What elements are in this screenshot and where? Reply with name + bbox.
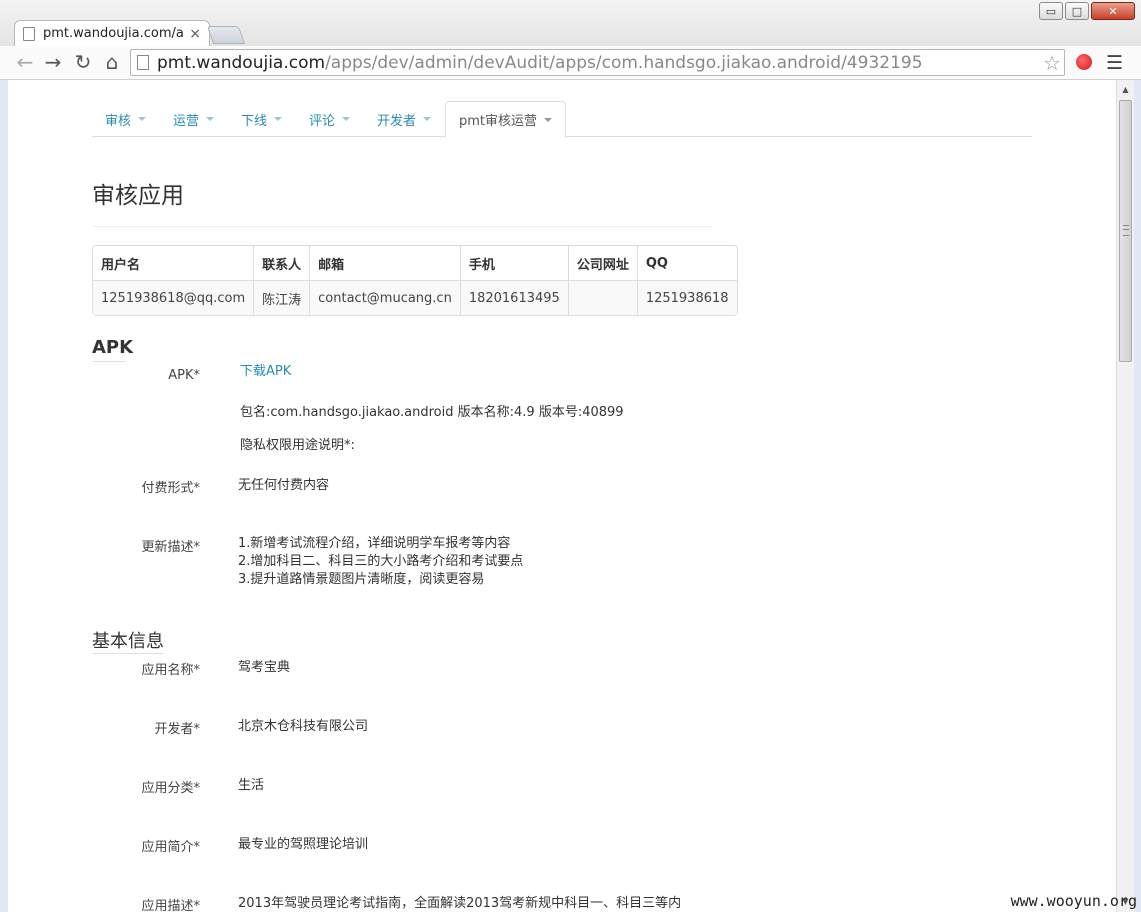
column-header: 公司网址 [567,246,637,281]
vertical-scrollbar[interactable]: ▲ ▼ [1116,80,1134,912]
caret-down-icon [342,117,351,121]
browser-titlebar: pmt.wandoujia.com/apps/ × ▭ □ ✕ [0,0,1141,47]
caret-down-icon [274,117,283,121]
update-description-label: 更新描述* [141,540,200,555]
divider [92,226,712,227]
tab-comments[interactable]: 评论 [296,101,363,137]
app-name-label: 应用名称* [141,663,200,678]
app-name-value: 驾考宝典 [238,660,291,675]
caret-down-icon [423,117,432,121]
tab-label: 评论 [309,113,336,129]
watermark: www.wooyun.org [1010,892,1137,910]
caret-down-icon [206,117,215,121]
download-apk-link[interactable]: 下载APK [240,363,291,381]
category-value: 生活 [238,778,265,793]
tab-close-icon[interactable]: × [189,26,201,42]
maximize-button[interactable]: □ [1065,2,1089,20]
divider [92,653,164,654]
minimize-button[interactable]: ▭ [1039,2,1063,20]
column-header: 邮箱 [309,246,460,281]
category-label: 应用分类* [141,781,200,796]
developer-value: 北京木仓科技有限公司 [238,719,369,734]
reload-icon[interactable]: ↻ [72,50,94,74]
payment-label: 付费形式* [141,481,200,496]
address-bar[interactable]: pmt.wandoujia.com/apps/dev/admin/devAudi… [130,49,1065,76]
apk-label: APK* [168,368,200,383]
nav-tabs: 审核 运营 下线 评论 开发者 pmt审核运营 [92,101,1032,138]
column-header: QQ [636,246,737,281]
url-host: pmt.wandoujia.com [157,52,326,73]
apk-section-heading: APK [92,337,134,358]
update-description-value: 1.新增考试流程介绍，详细说明学车报考等内容 2.增加科目二、科目三的大小路考介… [238,535,523,589]
tab-pmt-audit-ops[interactable]: pmt审核运营 [445,101,567,138]
window-border [1134,80,1141,912]
description-value: 2013年驾驶员理论考试指南，全面解读2013驾考新规中科目一、科目三等内 [238,896,682,911]
tab-title: pmt.wandoujia.com/apps/ [43,26,185,41]
table-cell: 陈江涛 [253,281,310,315]
page-favicon-icon [23,26,35,41]
package-info: 包名:com.handsgo.jiakao.android 版本名称:4.9 版… [240,405,624,420]
table-cell: 1251938618 [636,281,737,315]
grip-icon [1123,225,1129,236]
update-line: 3.提升道路情景题图片清晰度，阅读更容易 [238,572,485,587]
update-line: 2.增加科目二、科目三的大小路考介绍和考试要点 [238,554,524,569]
tab-developers[interactable]: 开发者 [364,101,444,137]
scrollbar-thumb[interactable] [1119,100,1132,362]
caret-down-icon [544,117,553,122]
extension-icon[interactable] [1076,54,1092,70]
browser-tab[interactable]: pmt.wandoujia.com/apps/ × [14,20,210,46]
table-row: 1251938618@qq.com 陈江涛 contact@mucang.cn … [93,281,737,315]
scroll-up-arrow-icon[interactable]: ▲ [1117,82,1134,98]
summary-value: 最专业的驾照理论培训 [238,837,369,852]
tab-label: 运营 [173,113,200,129]
tab-label: 开发者 [377,113,417,129]
back-arrow-icon[interactable]: ← [14,50,36,74]
update-line: 1.新增考试流程介绍，详细说明学车报考等内容 [238,536,511,551]
bookmark-star-icon[interactable]: ☆ [1043,51,1061,75]
tab-label: 审核 [105,113,132,129]
forward-arrow-icon[interactable]: → [42,50,64,74]
tab-offline[interactable]: 下线 [228,101,295,137]
page-title: 审核应用 [92,183,184,209]
table-cell [567,281,637,315]
table-cell: 18201613495 [459,281,568,315]
privacy-label: 隐私权限用途说明*: [240,438,355,453]
browser-toolbar: ← → ↻ ⌂ pmt.wandoujia.com/apps/dev/admin… [0,46,1141,80]
tab-label: 下线 [241,113,268,129]
window-controls: ▭ □ ✕ [1039,2,1135,20]
url-path: /apps/dev/admin/devAudit/apps/com.handsg… [325,52,923,73]
column-header: 联系人 [253,246,310,281]
column-header: 手机 [459,246,568,281]
new-tab-button[interactable] [206,26,246,44]
menu-icon[interactable]: ☰ [1106,52,1123,74]
page-icon [137,55,149,70]
home-icon[interactable]: ⌂ [101,50,123,74]
table-cell: 1251938618@qq.com [93,281,254,315]
tab-label: pmt审核运营 [459,114,538,129]
user-info-table: 用户名 联系人 邮箱 手机 公司网址 QQ 1251938618@qq.com … [92,245,738,316]
basic-info-heading: 基本信息 [92,631,164,652]
tab-audit[interactable]: 审核 [92,101,159,137]
table-header-row: 用户名 联系人 邮箱 手机 公司网址 QQ [93,246,737,281]
summary-label: 应用简介* [141,840,200,855]
table-cell: contact@mucang.cn [309,281,460,315]
close-window-button[interactable]: ✕ [1091,2,1135,20]
payment-value: 无任何付费内容 [238,478,330,493]
column-header: 用户名 [93,246,254,281]
developer-label: 开发者* [154,722,200,737]
divider [92,361,126,362]
page-viewport: 审核 运营 下线 评论 开发者 pmt审核运营 审核应用 用户名 联系人 邮箱 … [8,80,1116,912]
description-label: 应用描述* [141,899,200,912]
caret-down-icon [138,117,147,121]
tab-operations[interactable]: 运营 [160,101,227,137]
